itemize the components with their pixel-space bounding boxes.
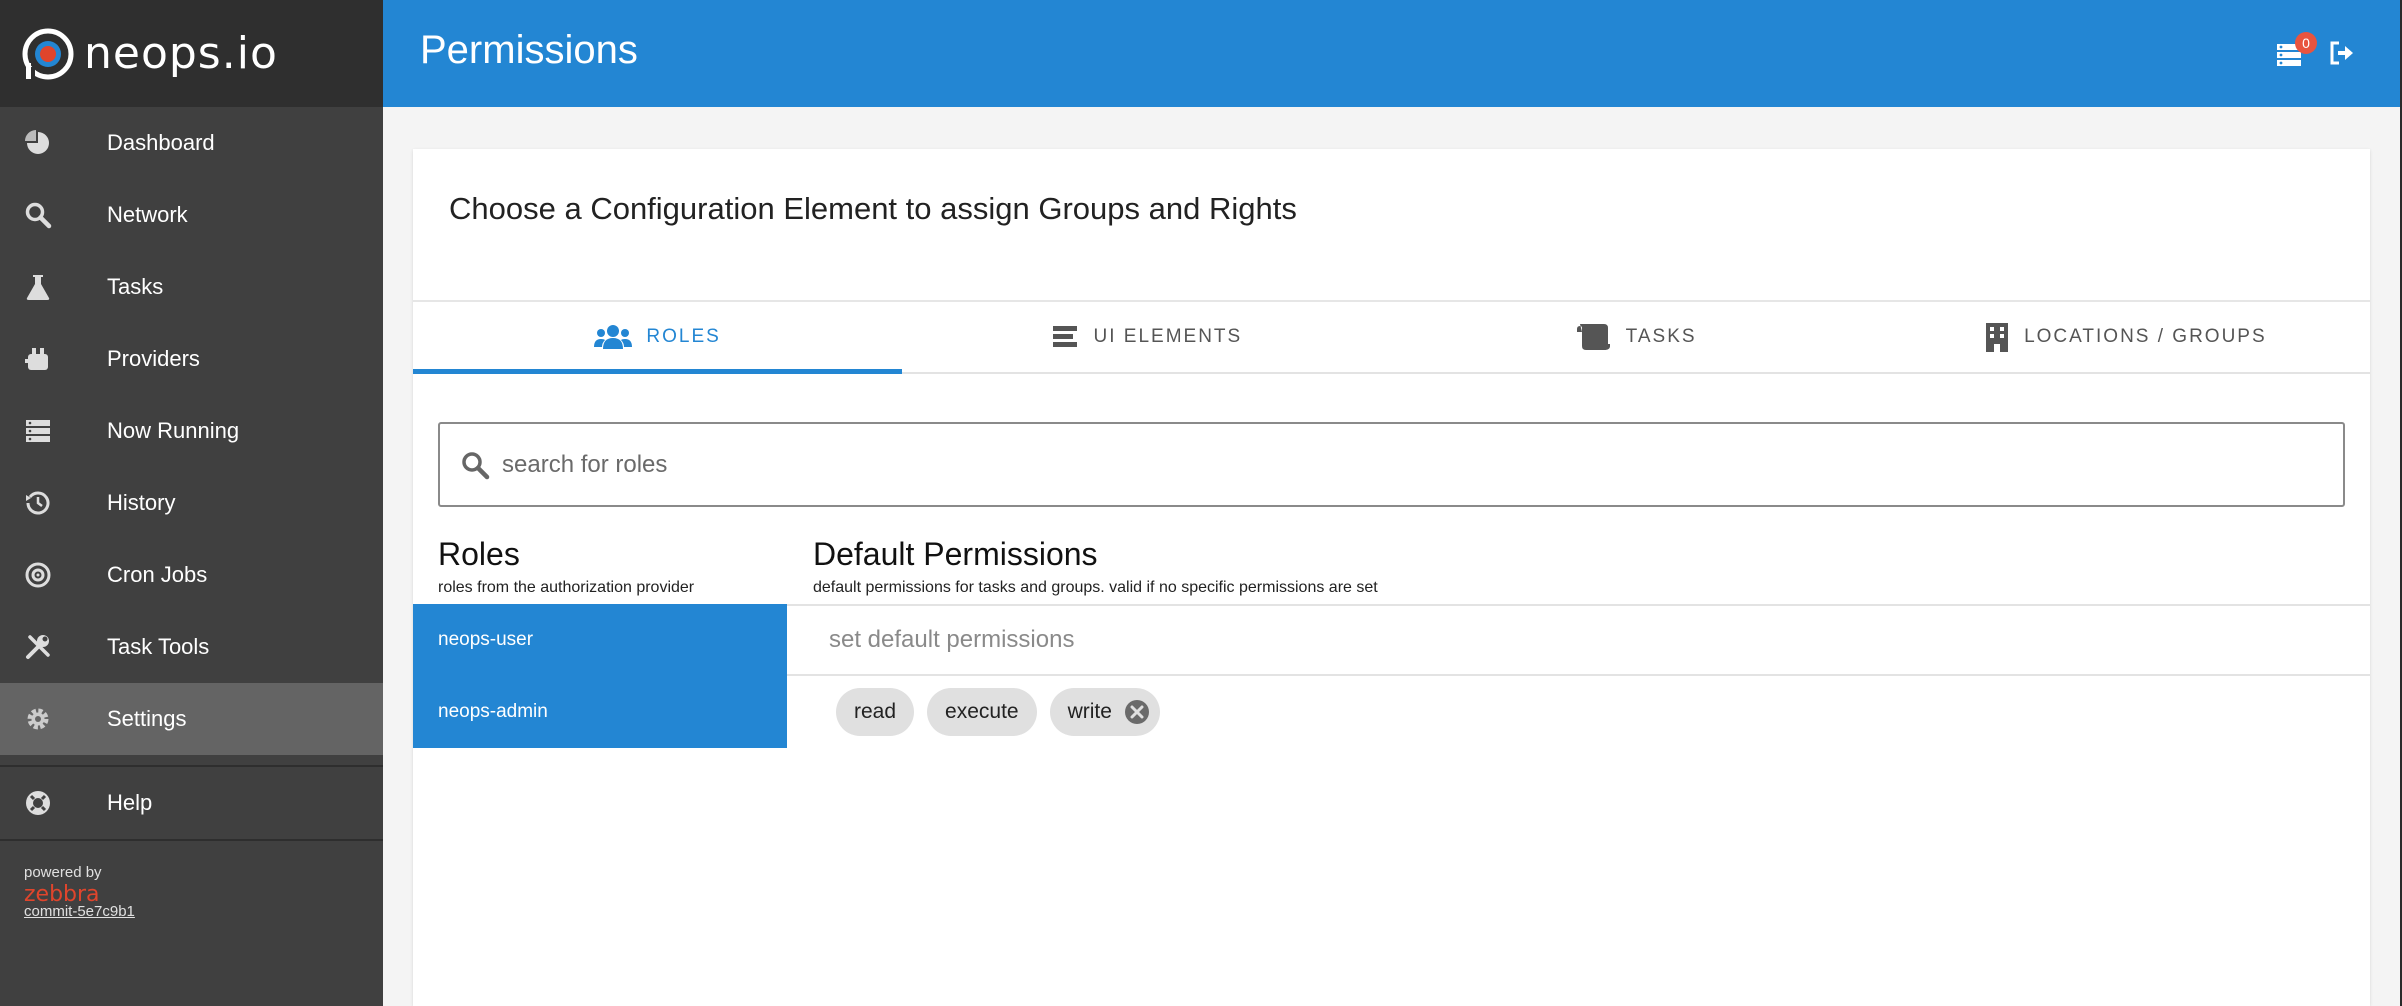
remove-chip-icon[interactable] [1124, 699, 1150, 725]
tools-icon [23, 632, 53, 662]
notification-badge: 0 [2295, 32, 2317, 54]
powered-by-label: powered by [24, 864, 102, 881]
chip-label: read [854, 700, 897, 723]
building-icon [1984, 322, 2010, 352]
history-icon [23, 488, 53, 518]
default-permissions-select[interactable]: set default permissions [787, 604, 2370, 676]
chip-label: write [1067, 700, 1112, 723]
config-tabs: ROLES UI ELEMENTS TASKS LOCATIONS / GROU… [413, 302, 2370, 374]
sidebar-item-providers[interactable]: Providers [0, 323, 383, 395]
tab-tasks[interactable]: TASKS [1392, 302, 1881, 372]
sidebar-item-cron-jobs[interactable]: Cron Jobs [0, 539, 383, 611]
sidebar-item-dashboard[interactable]: Dashboard [0, 107, 383, 179]
page-title: Permissions [420, 28, 638, 72]
sidebar-item-label: Task Tools [107, 634, 210, 659]
default-permissions-area: set default permissions read execute wri… [787, 604, 2370, 736]
scroll-icon [1576, 322, 1612, 352]
tab-locations-groups[interactable]: LOCATIONS / GROUPS [1881, 302, 2370, 372]
search-icon [460, 450, 490, 480]
cron-icon [23, 560, 53, 590]
search-input[interactable] [500, 449, 2304, 480]
tab-label: ROLES [646, 326, 721, 347]
chip-write[interactable]: write [1049, 688, 1160, 736]
sidebar-item-help[interactable]: Help [0, 767, 383, 839]
tab-label: UI ELEMENTS [1093, 326, 1243, 347]
chip-read[interactable]: read [836, 688, 915, 736]
list-item-neops-user[interactable]: neops-user [413, 604, 787, 676]
sidebar-item-label: Help [107, 790, 153, 815]
sidebar: neops.io Dashboard Network Tasks Provide… [0, 0, 383, 1006]
sidebar-item-label: Cron Jobs [107, 562, 208, 587]
tab-label: TASKS [1625, 326, 1697, 347]
roles-subtitle: roles from the authorization provider [438, 579, 695, 596]
header: Permissions 0 [383, 0, 2400, 107]
default-permissions-subtitle: default permissions for tasks and groups… [813, 579, 1378, 596]
server-icon [23, 416, 53, 446]
list-icon [1052, 323, 1080, 351]
logo-text: neops.io [84, 28, 278, 79]
sidebar-nav: Dashboard Network Tasks Providers Now Ru… [0, 107, 383, 755]
users-icon [594, 323, 633, 351]
sidebar-item-task-tools[interactable]: Task Tools [0, 611, 383, 683]
sidebar-item-now-running[interactable]: Now Running [0, 395, 383, 467]
pie-chart-icon [23, 128, 53, 158]
sidebar-item-settings[interactable]: Settings [0, 683, 383, 755]
gear-icon [23, 704, 53, 734]
logo[interactable]: neops.io [0, 0, 383, 107]
roles-heading: Roles [438, 536, 520, 572]
list-item-neops-admin[interactable]: neops-admin [413, 676, 787, 748]
default-permissions-heading: Default Permissions [813, 536, 1098, 572]
flask-icon [23, 272, 53, 302]
sidebar-item-label: Network [107, 202, 188, 227]
lifebuoy-icon [23, 788, 53, 818]
main-content: Choose a Configuration Element to assign… [383, 107, 2400, 1006]
permission-chips: read execute write [787, 688, 2370, 736]
logout-icon[interactable] [2327, 38, 2359, 70]
sidebar-item-label: Now Running [107, 418, 240, 443]
permissions-card: Choose a Configuration Element to assign… [413, 149, 2370, 1006]
neops-logo-icon [22, 28, 74, 79]
tab-ui-elements[interactable]: UI ELEMENTS [902, 302, 1391, 372]
tab-label: LOCATIONS / GROUPS [2024, 326, 2267, 347]
sidebar-item-label: Tasks [107, 274, 164, 299]
roles-list: neops-user neops-admin [413, 604, 787, 748]
chip-label: execute [945, 700, 1019, 723]
tab-roles[interactable]: ROLES [413, 302, 903, 374]
chip-execute[interactable]: execute [927, 688, 1037, 736]
sidebar-item-tasks[interactable]: Tasks [0, 251, 383, 323]
sidebar-item-network[interactable]: Network [0, 179, 383, 251]
sidebar-item-history[interactable]: History [0, 467, 383, 539]
sidebar-item-label: Settings [107, 706, 187, 731]
card-title: Choose a Configuration Element to assign… [449, 191, 1297, 226]
search-icon [23, 200, 53, 230]
sidebar-divider [0, 839, 383, 841]
plug-icon [23, 344, 53, 374]
search-roles-box[interactable] [438, 422, 2345, 507]
commit-link[interactable]: commit-5e7c9b1 [24, 903, 135, 920]
sidebar-item-label: History [107, 490, 176, 515]
sidebar-item-label: Providers [107, 346, 200, 371]
sidebar-item-label: Dashboard [107, 130, 215, 155]
